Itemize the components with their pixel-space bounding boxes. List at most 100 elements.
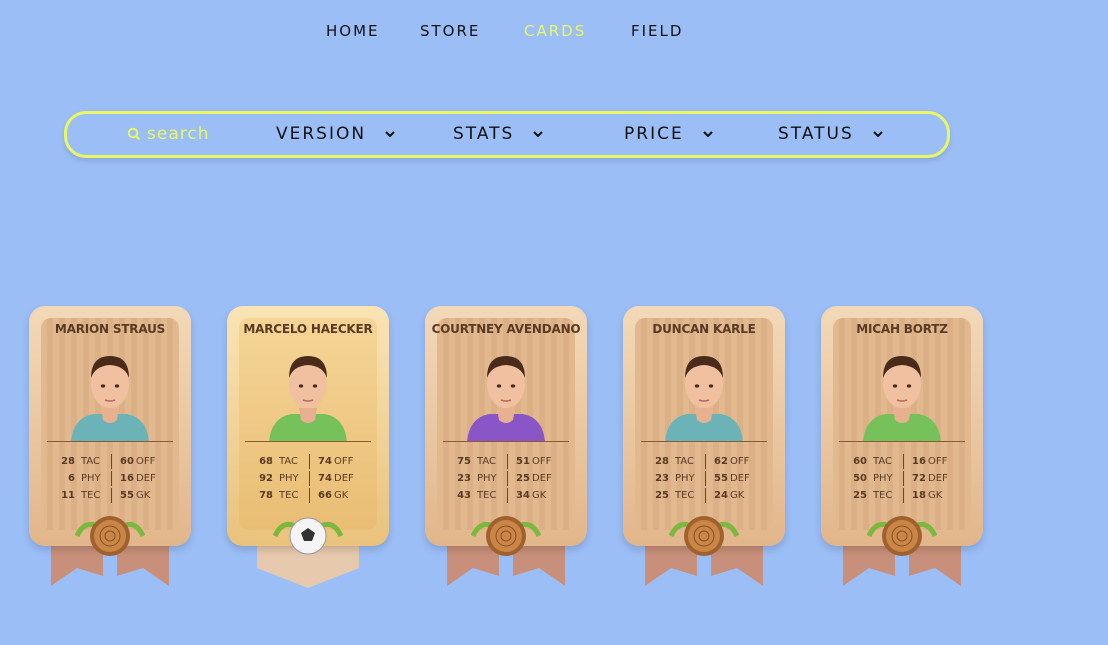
stat-value: 23 [457,473,471,484]
stat-separator [309,488,310,503]
stat-key: PHY [873,473,893,484]
stat-key: GK [532,490,547,501]
version-dropdown[interactable]: VERSION [276,122,396,146]
card-divider [839,441,965,442]
player-card[interactable]: DUNCAN KARLE 28 TAC 62 OFF 23 PHY 55 DEF 25 TEC 24… [623,306,785,588]
player-stats: 68 TAC 74 OFF 92 PHY 74 DEF 78 TEC 66 GK [251,453,367,504]
player-card[interactable]: MICAH BORTZ 60 TAC 16 OFF 50 PHY 72 DEF 25 TEC 18 G… [821,306,983,588]
price-dropdown[interactable]: PRICE [624,122,714,146]
stat-value: 51 [516,456,530,467]
player-portrait-wrap [855,338,949,442]
wood-badge-icon [470,516,542,556]
stat-value: 92 [259,473,273,484]
stat-value: 55 [714,473,728,484]
stats-label: STATS [453,124,515,144]
stat-value: 66 [318,490,332,501]
stat-row: 50 PHY 72 DEF [845,470,961,487]
stat-key: DEF [730,473,750,484]
status-label: STATUS [778,124,854,144]
player-name: DUNCAN KARLE [652,322,756,336]
player-name: MARCELO HAECKER [243,322,373,336]
filter-bar: search VERSION STATS PRICE STATUS [64,111,950,158]
stat-key: TAC [81,456,100,467]
stat-separator [705,454,706,469]
stat-key: OFF [928,456,948,467]
stat-value: 62 [714,456,728,467]
player-name: COURTNEY AVENDANO [431,322,581,336]
stat-key: TAC [279,456,298,467]
stat-row: 28 TAC 60 OFF [53,453,169,470]
stat-value: 60 [120,456,134,467]
search-icon [127,127,141,141]
player-card[interactable]: COURTNEY AVENDANO 75 TAC 51 OFF 23 PHY 25 DEF 43… [425,306,587,588]
stat-value: 50 [853,473,867,484]
player-card[interactable]: MARION STRAUS 28 TAC 60 OFF 6 PHY 16 DEF 11 TEC 55… [29,306,191,588]
stat-key: TAC [873,456,892,467]
stat-row: 60 TAC 16 OFF [845,453,961,470]
chevron-down-icon [702,131,713,138]
stat-row: 75 TAC 51 OFF [449,453,565,470]
player-portrait [269,356,347,442]
version-label: VERSION [276,124,367,144]
stat-row: 28 TAC 62 OFF [647,453,763,470]
stat-separator [309,471,310,486]
stat-row: 6 PHY 16 DEF [53,470,169,487]
stat-value: 24 [714,490,728,501]
stat-row: 25 TEC 24 GK [647,487,763,504]
chevron-down-icon [385,131,395,138]
stat-key: TAC [675,456,694,467]
stat-row: 23 PHY 25 DEF [449,470,565,487]
stat-key: DEF [928,473,948,484]
stat-key: GK [136,490,151,501]
wood-badge-icon [668,516,740,556]
player-portrait-wrap [261,338,355,442]
stat-key: GK [730,490,745,501]
stat-separator [507,471,508,486]
card-divider [443,441,569,442]
chevron-down-icon [533,131,544,138]
player-portrait-wrap [459,338,553,442]
stat-value: 75 [457,456,471,467]
stat-value: 74 [318,456,332,467]
stat-key: TEC [81,490,101,501]
stat-key: TEC [279,490,299,501]
stat-key: OFF [136,456,156,467]
card-badge [668,506,740,566]
stat-key: PHY [675,473,695,484]
stat-row: 11 TEC 55 GK [53,487,169,504]
stat-value: 28 [61,456,75,467]
stat-value: 23 [655,473,669,484]
stat-value: 18 [912,490,926,501]
player-portrait-wrap [657,338,751,442]
stat-value: 25 [655,490,669,501]
wood-badge-icon [866,516,938,556]
stat-key: GK [334,490,349,501]
player-name: MARION STRAUS [54,322,166,336]
card-divider [641,441,767,442]
search-placeholder: search [147,124,210,144]
stat-value: 74 [318,473,332,484]
player-stats: 60 TAC 16 OFF 50 PHY 72 DEF 25 TEC 18 GK [845,453,961,504]
card-badge [272,506,344,566]
stats-dropdown[interactable]: STATS [453,122,544,146]
stat-value: 16 [120,473,134,484]
nav-cards[interactable]: CARDS [524,22,586,40]
search-input[interactable]: search [127,122,209,146]
nav-store[interactable]: STORE [420,22,480,40]
player-card[interactable]: MARCELO HAECKER 68 TAC 74 OFF 92 PHY 74 DEF 78 TE… [227,306,389,588]
player-portrait [665,356,743,442]
stat-separator [903,454,904,469]
soccer-ball-icon [272,517,344,555]
stat-value: 25 [853,490,867,501]
stat-value: 68 [259,456,273,467]
player-stats: 28 TAC 60 OFF 6 PHY 16 DEF 11 TEC 55 GK [53,453,169,504]
chevron-down-icon [873,131,883,138]
status-dropdown[interactable]: STATUS [778,122,884,146]
nav-field[interactable]: FIELD [631,22,683,40]
stat-key: GK [928,490,943,501]
player-stats: 28 TAC 62 OFF 23 PHY 55 DEF 25 TEC 24 GK [647,453,763,504]
nav-home[interactable]: HOME [326,22,380,40]
stat-value: 34 [516,490,530,501]
stat-separator [111,454,112,469]
player-stats: 75 TAC 51 OFF 23 PHY 25 DEF 43 TEC 34 GK [449,453,565,504]
